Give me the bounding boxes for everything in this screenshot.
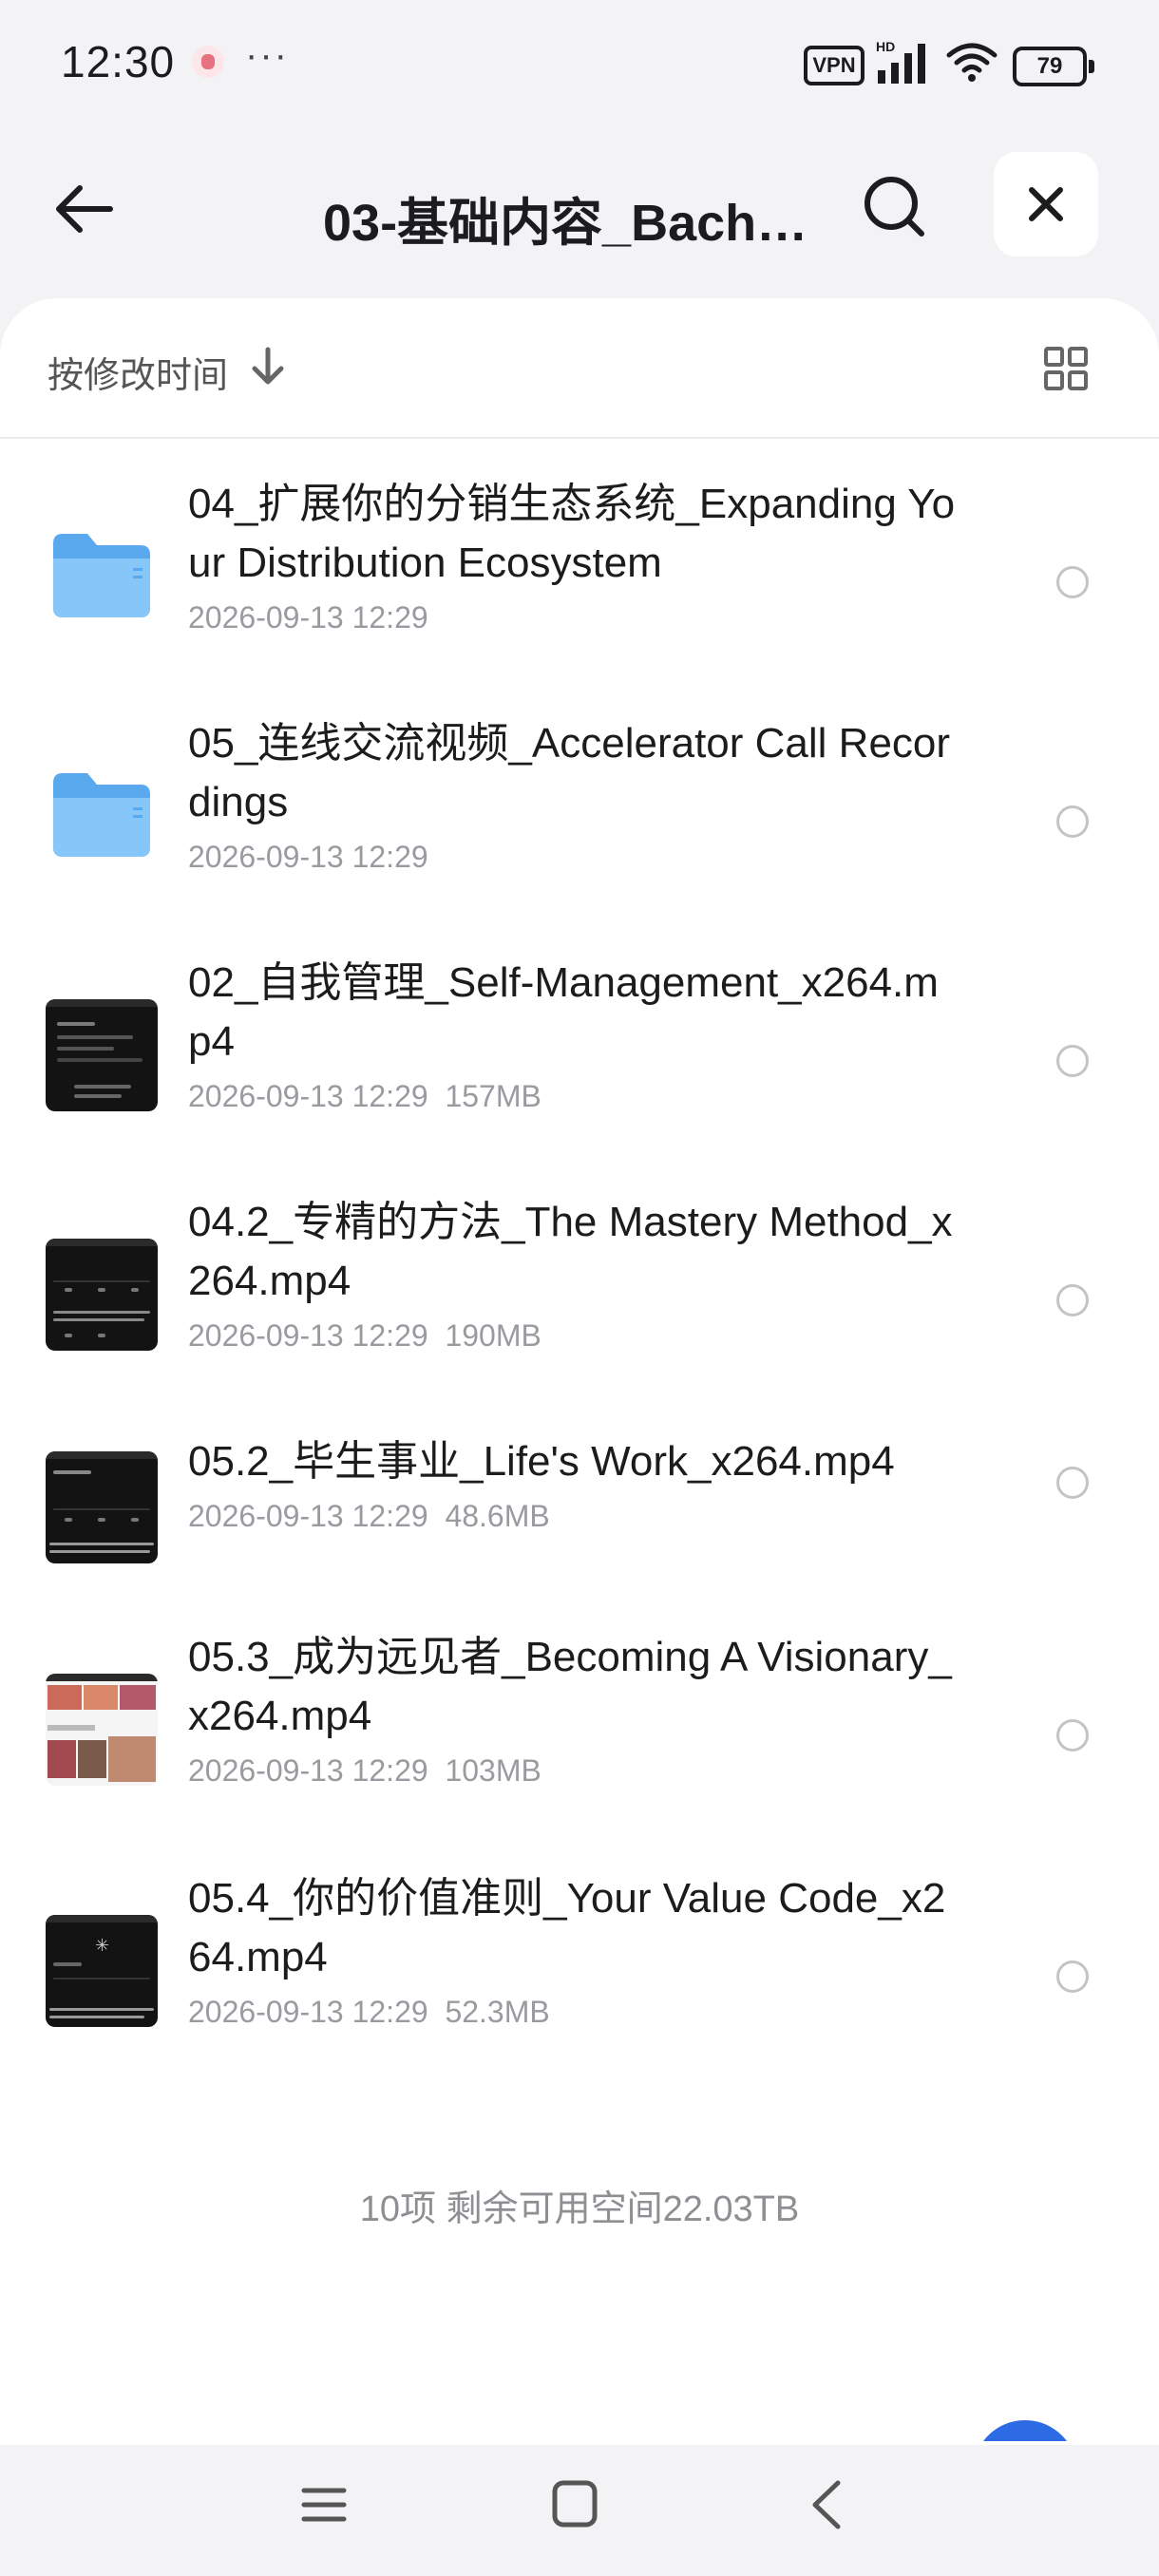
- file-date: 2026-09-13 12:29: [188, 600, 428, 635]
- file-meta: 2026-09-13 12:29 52.3MB: [188, 1995, 550, 2030]
- sort-by-modified-time[interactable]: 按修改时间: [48, 346, 228, 398]
- select-checkbox[interactable]: [1056, 1960, 1089, 1993]
- file-date: 2026-09-13 12:29: [188, 1995, 428, 2029]
- wifi-icon: [946, 43, 998, 82]
- app-header: 03-基础内容_Bache…: [0, 123, 1159, 294]
- status-time: 12:30: [61, 37, 176, 86]
- select-checkbox[interactable]: [1056, 1467, 1089, 1499]
- video-thumbnail: [46, 1674, 158, 1786]
- status-bar: 12:30 ··· VPN HD 79: [0, 0, 1159, 123]
- folder-icon: [53, 773, 150, 857]
- more-notifications-icon: ···: [245, 34, 289, 76]
- storage-summary: 10项 剩余可用空间22.03TB: [359, 2189, 800, 2229]
- file-meta: 2026-09-13 12:29 157MB: [188, 1079, 542, 1114]
- hd-label: HD: [876, 39, 895, 54]
- file-size: 190MB: [445, 1318, 542, 1353]
- file-date: 2026-09-13 12:29: [188, 1753, 428, 1788]
- file-size: 157MB: [445, 1079, 542, 1113]
- search-button[interactable]: [855, 167, 935, 247]
- list-item[interactable]: 04.2_专精的方法_The Mastery Method_x264.mp4 2…: [0, 1193, 1159, 1411]
- list-item[interactable]: 05.3_成为远见者_Becoming A Visionary_x264.mp4…: [0, 1628, 1159, 1847]
- file-date: 2026-09-13 12:29: [188, 840, 428, 874]
- file-size: 52.3MB: [445, 1995, 550, 2029]
- video-thumbnail: ✳: [46, 1915, 158, 2027]
- file-name: 05.2_毕生事业_Life's Work_x264.mp4: [188, 1438, 895, 1485]
- system-nav-bar: [0, 2445, 1159, 2576]
- grid-view-icon[interactable]: [1043, 346, 1089, 391]
- list-item[interactable]: 05_连线交流视频_Accelerator Call Recordings 20…: [0, 714, 1159, 933]
- file-meta: 2026-09-13 12:29 190MB: [188, 1318, 542, 1354]
- home-square-icon[interactable]: [551, 2479, 598, 2529]
- select-checkbox[interactable]: [1056, 1719, 1089, 1752]
- page-title: 03-基础内容_Bache…: [323, 195, 836, 252]
- file-meta: 2026-09-13 12:29 48.6MB: [188, 1499, 550, 1534]
- battery-indicator: 79: [1013, 47, 1094, 86]
- list-item[interactable]: ✳ 05.4_你的价值准则_Your Value Code_x264.mp4 2…: [0, 1869, 1159, 2088]
- select-checkbox[interactable]: [1056, 1045, 1089, 1077]
- file-name: 05_连线交流视频_Accelerator Call Recordings: [188, 720, 951, 825]
- file-list-card: 按修改时间 04_扩展你的分销生态系统_Expanding Your Distr…: [0, 298, 1159, 2445]
- search-icon: [864, 177, 924, 237]
- file-date: 2026-09-13 12:29: [188, 1499, 428, 1533]
- folder-icon: [53, 534, 150, 617]
- list-item[interactable]: 02_自我管理_Self-Management_x264.mp4 2026-09…: [0, 954, 1159, 1172]
- sort-bar: 按修改时间: [0, 298, 1159, 439]
- select-checkbox[interactable]: [1056, 566, 1089, 598]
- file-name: 04_扩展你的分销生态系统_Expanding Your Distributio…: [188, 481, 956, 586]
- arrow-left-icon: [56, 185, 113, 233]
- close-button[interactable]: [994, 152, 1098, 256]
- chevron-left-icon[interactable]: [804, 2479, 851, 2530]
- app-notification-icon: [192, 46, 224, 78]
- select-checkbox[interactable]: [1056, 805, 1089, 838]
- file-date: 2026-09-13 12:29: [188, 1079, 428, 1113]
- arrow-down-icon[interactable]: [249, 346, 287, 388]
- file-date: 2026-09-13 12:29: [188, 1318, 428, 1353]
- file-size: 48.6MB: [445, 1499, 550, 1533]
- file-size: 103MB: [445, 1753, 542, 1788]
- list-item[interactable]: 05.2_毕生事业_Life's Work_x264.mp4 2026-09-1…: [0, 1432, 1159, 1603]
- list-item[interactable]: 04_扩展你的分销生态系统_Expanding Your Distributio…: [0, 475, 1159, 693]
- close-icon: [1029, 187, 1063, 221]
- file-name: 02_自我管理_Self-Management_x264.mp4: [188, 959, 939, 1065]
- back-button[interactable]: [46, 171, 122, 247]
- video-thumbnail: [46, 1451, 158, 1563]
- file-name: 04.2_专精的方法_The Mastery Method_x264.mp4: [188, 1199, 953, 1304]
- file-meta: 2026-09-13 12:29 103MB: [188, 1753, 542, 1789]
- menu-icon[interactable]: [300, 2481, 348, 2529]
- file-name: 05.3_成为远见者_Becoming A Visionary_x264.mp4: [188, 1634, 952, 1739]
- video-thumbnail: [46, 1239, 158, 1351]
- select-checkbox[interactable]: [1056, 1284, 1089, 1316]
- video-thumbnail: [46, 999, 158, 1111]
- vpn-icon: VPN: [804, 46, 864, 85]
- file-name: 05.4_你的价值准则_Your Value Code_x264.mp4: [188, 1875, 946, 1980]
- signal-icon: HD: [876, 39, 925, 84]
